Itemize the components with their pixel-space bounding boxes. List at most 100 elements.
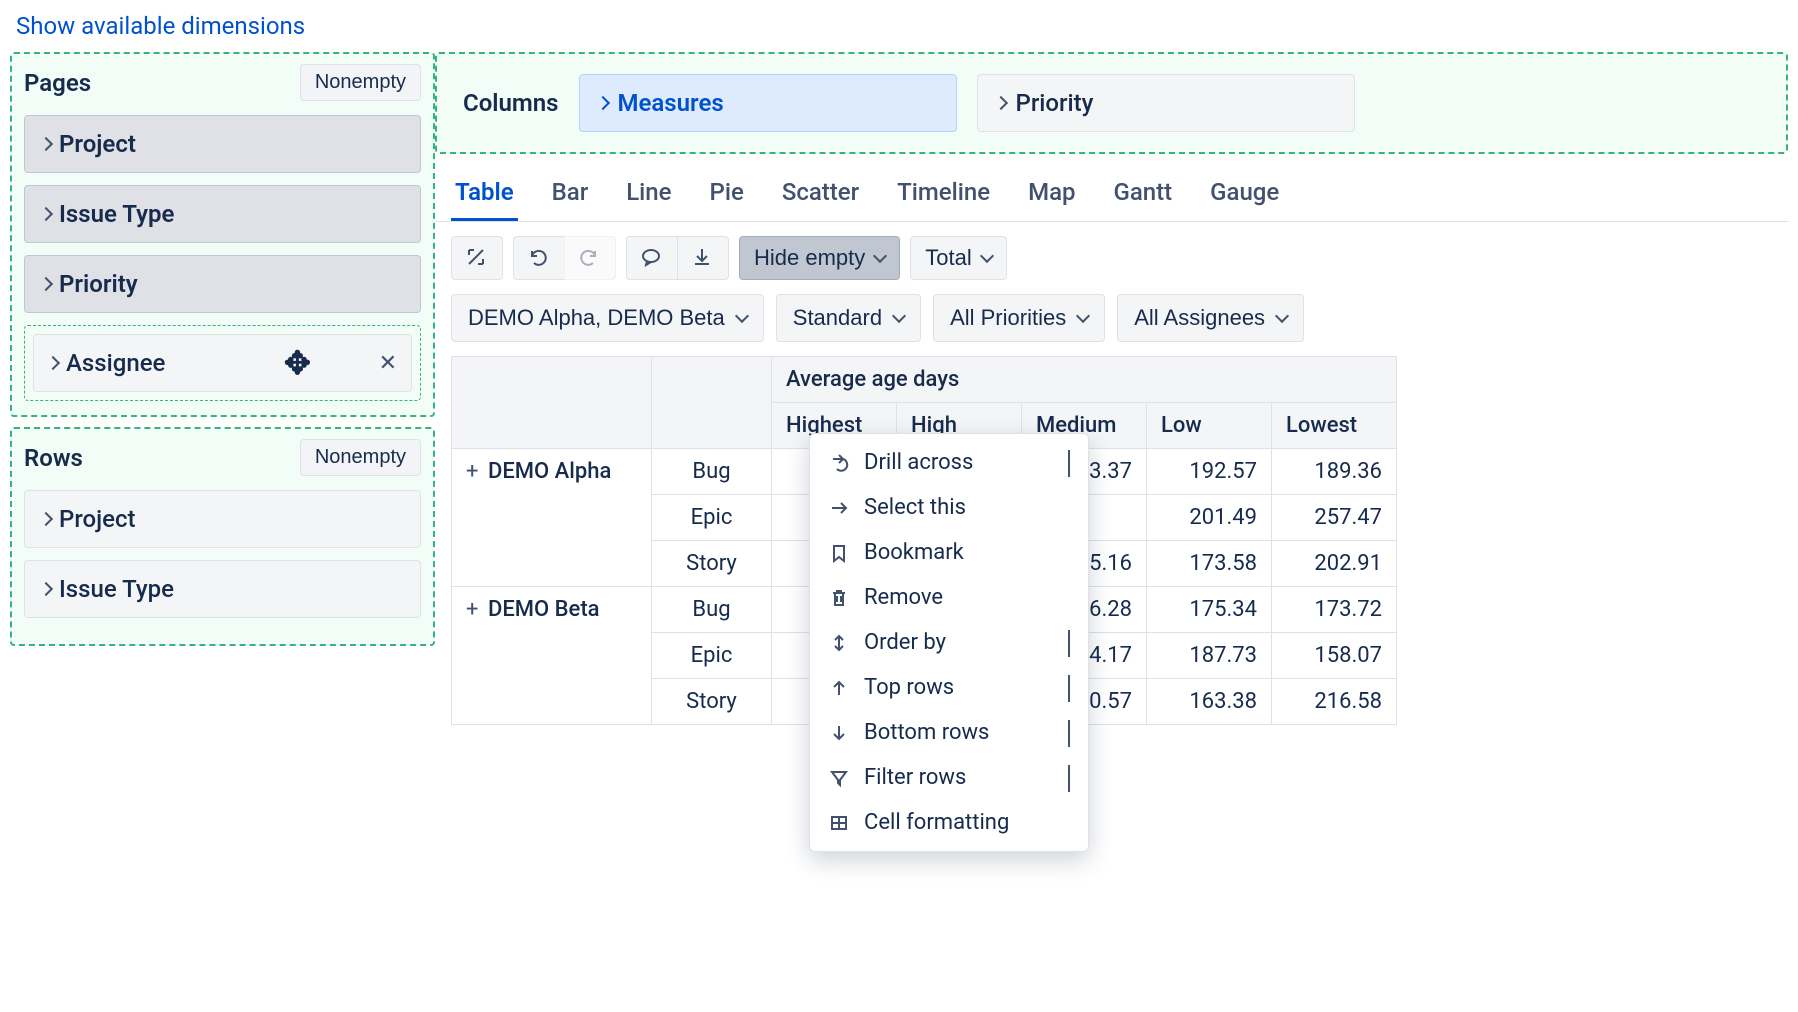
type-cell[interactable]: Bug [652, 587, 772, 633]
ctx-item-label: Bottom rows [864, 720, 989, 745]
rows-nonempty-button[interactable]: Nonempty [300, 439, 421, 476]
filter-bar: DEMO Alpha, DEMO Beta Standard All Prior… [435, 294, 1788, 356]
rows-item-project[interactable]: Project [24, 490, 421, 548]
ctx-item-top-rows[interactable]: Top rows [810, 665, 1088, 710]
type-cell[interactable]: Bug [652, 449, 772, 495]
pages-item-project[interactable]: Project [24, 115, 421, 173]
tab-bar[interactable]: Bar [548, 172, 593, 221]
pages-nonempty-button[interactable]: Nonempty [300, 64, 421, 101]
hide-empty-button[interactable]: Hide empty [739, 236, 900, 280]
undo-button[interactable] [513, 236, 564, 280]
rows-panel: Rows Nonempty Project Issue Type [10, 427, 435, 646]
columns-priority-pill[interactable]: Priority [977, 74, 1355, 132]
type-cell[interactable]: Epic [652, 495, 772, 541]
pages-item-label: Assignee [66, 349, 165, 377]
total-button[interactable]: Total [910, 236, 1006, 280]
filter-standard[interactable]: Standard [776, 294, 921, 342]
tab-scatter[interactable]: Scatter [778, 172, 863, 221]
chevron-right-icon [993, 96, 1007, 110]
filter-label: Standard [793, 305, 882, 331]
chevron-right-icon [39, 137, 53, 151]
ctx-item-label: Bookmark [864, 540, 964, 565]
group-cell[interactable]: +DEMO Alpha [452, 449, 652, 587]
value-cell[interactable]: 158.07 [1272, 633, 1397, 679]
expand-button[interactable] [451, 236, 503, 280]
expand-icon [466, 247, 488, 269]
ctx-item-label: Remove [864, 585, 943, 610]
type-cell[interactable]: Story [652, 679, 772, 725]
columns-panel: Columns Measures Priority [435, 52, 1788, 154]
view-tabs: Table Bar Line Pie Scatter Timeline Map … [435, 164, 1788, 222]
chevron-down-icon [1076, 309, 1090, 323]
ctx-item-label: Select this [864, 495, 966, 520]
tab-timeline[interactable]: Timeline [893, 172, 994, 221]
value-cell[interactable]: 189.36 [1272, 449, 1397, 495]
download-button[interactable] [677, 236, 729, 280]
chevron-down-icon [980, 249, 994, 263]
pages-item-issue-type[interactable]: Issue Type [24, 185, 421, 243]
value-cell[interactable]: 202.91 [1272, 541, 1397, 587]
chevron-right-icon [46, 356, 60, 370]
ctx-item-bottom-rows[interactable]: Bottom rows [810, 710, 1088, 755]
hide-empty-label: Hide empty [754, 245, 865, 271]
ctx-item-bookmark[interactable]: Bookmark [810, 530, 1088, 575]
close-icon[interactable]: ✕ [379, 351, 397, 376]
pages-item-label: Priority [59, 270, 138, 298]
chevron-right-icon [1068, 765, 1070, 790]
tab-gantt[interactable]: Gantt [1110, 172, 1177, 221]
ctx-item-select-this[interactable]: Select this [810, 485, 1088, 530]
ctx-item-remove[interactable]: Remove [810, 575, 1088, 620]
value-cell[interactable]: 175.34 [1147, 587, 1272, 633]
rows-item-label: Issue Type [59, 575, 174, 603]
col-low[interactable]: Low [1147, 403, 1272, 449]
value-cell[interactable]: 216.58 [1272, 679, 1397, 725]
tab-gauge[interactable]: Gauge [1206, 172, 1283, 221]
ctx-item-order-by[interactable]: Order by [810, 620, 1088, 665]
bottom-icon [828, 723, 850, 743]
plus-toggle-icon[interactable]: + [466, 459, 484, 484]
ctx-item-filter-rows[interactable]: Filter rows [810, 755, 1088, 800]
value-cell[interactable]: 257.47 [1272, 495, 1397, 541]
filter-priorities[interactable]: All Priorities [933, 294, 1105, 342]
order-icon [828, 633, 850, 653]
value-cell[interactable]: 201.49 [1147, 495, 1272, 541]
tab-pie[interactable]: Pie [706, 172, 748, 221]
tab-line[interactable]: Line [622, 172, 675, 221]
tab-table[interactable]: Table [451, 172, 518, 221]
chevron-down-icon [892, 309, 906, 323]
table-corner [452, 357, 652, 449]
ctx-item-cell-formatting[interactable]: Cell formatting [810, 800, 1088, 845]
columns-measures-label: Measures [618, 89, 724, 117]
rows-title: Rows [24, 444, 83, 472]
redo-icon [579, 247, 601, 269]
value-cell[interactable]: 173.58 [1147, 541, 1272, 587]
value-cell[interactable]: 192.57 [1147, 449, 1272, 495]
top-icon [828, 678, 850, 698]
show-dimensions-link[interactable]: Show available dimensions [0, 0, 321, 52]
pages-item-assignee[interactable]: Assignee ✥ ✕ [33, 334, 412, 392]
type-cell[interactable]: Epic [652, 633, 772, 679]
chevron-right-icon [39, 582, 53, 596]
pages-drop-target[interactable]: Assignee ✥ ✕ [24, 325, 421, 401]
chevron-right-icon [39, 207, 53, 221]
comment-button[interactable] [626, 236, 677, 280]
group-cell[interactable]: +DEMO Beta [452, 587, 652, 725]
filter-assignees[interactable]: All Assignees [1117, 294, 1304, 342]
rows-item-label: Project [59, 505, 136, 533]
columns-priority-label: Priority [1016, 89, 1094, 117]
plus-toggle-icon[interactable]: + [466, 597, 484, 622]
value-cell[interactable]: 187.73 [1147, 633, 1272, 679]
value-cell[interactable]: 173.72 [1272, 587, 1397, 633]
remove-icon [828, 588, 850, 608]
pages-item-priority[interactable]: Priority [24, 255, 421, 313]
ctx-item-label: Order by [864, 630, 946, 655]
type-cell[interactable]: Story [652, 541, 772, 587]
value-cell[interactable]: 163.38 [1147, 679, 1272, 725]
table-group-header: Average age days [772, 357, 1397, 403]
col-lowest[interactable]: Lowest [1272, 403, 1397, 449]
rows-item-issue-type[interactable]: Issue Type [24, 560, 421, 618]
columns-measures-pill[interactable]: Measures [579, 74, 957, 132]
filter-projects[interactable]: DEMO Alpha, DEMO Beta [451, 294, 764, 342]
ctx-item-drill-across[interactable]: Drill across [810, 440, 1088, 485]
tab-map[interactable]: Map [1024, 172, 1079, 221]
